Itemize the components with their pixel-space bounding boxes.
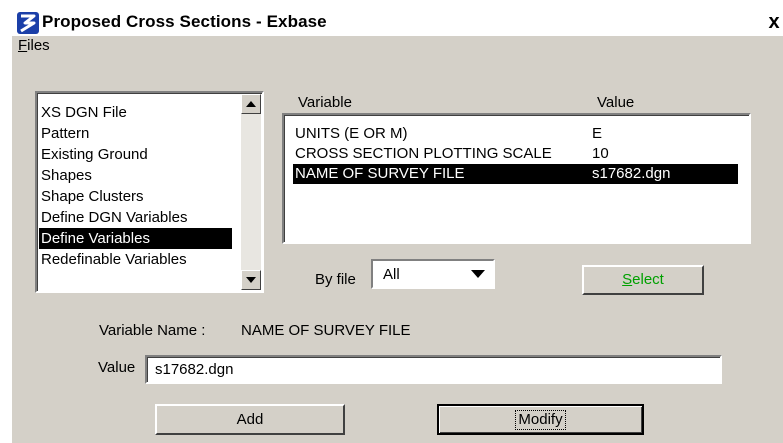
arrow-down-icon [246, 277, 256, 283]
value-label: Value [98, 359, 136, 376]
variable-name-cell: CROSS SECTION PLOTTING SCALE [295, 145, 552, 162]
variable-row[interactable]: UNITS (E OR M) E [293, 124, 738, 144]
modify-button[interactable]: Modify [437, 404, 644, 435]
arrow-up-icon [246, 101, 256, 107]
modify-label: Modify [515, 410, 566, 430]
variable-column-header: Variable [298, 94, 352, 111]
variable-name-cell: UNITS (E OR M) [295, 125, 408, 142]
by-file-value: All [383, 266, 400, 283]
chevron-down-icon [471, 270, 485, 278]
select-button[interactable]: Select [582, 265, 704, 295]
variable-row[interactable]: NAME OF SURVEY FILE s17682.dgn [293, 164, 738, 184]
by-file-label: By file [315, 271, 356, 288]
scroll-up-button[interactable] [241, 94, 261, 114]
close-icon[interactable]: x [764, 11, 783, 33]
proposed-cross-sections-dialog: Proposed Cross Sections - Exbase x Files… [10, 7, 783, 443]
category-items: XS DGN File Pattern Existing Ground Shapes S… [39, 102, 232, 270]
add-button[interactable]: Add [155, 404, 345, 435]
title-bar: Proposed Cross Sections - Exbase x [12, 9, 783, 36]
select-label: elect [632, 271, 664, 288]
variable-name-value: NAME OF SURVEY FILE [241, 322, 411, 339]
category-item[interactable]: Define DGN Variables [39, 207, 232, 228]
category-item[interactable]: XS DGN File [39, 102, 232, 123]
variable-row[interactable]: CROSS SECTION PLOTTING SCALE 10 [293, 144, 738, 164]
menu-files[interactable]: Files [18, 37, 50, 54]
category-list[interactable]: XS DGN File Pattern Existing Ground Shapes S… [35, 91, 264, 293]
value-column-header: Value [597, 94, 635, 111]
value-input[interactable]: s17682.dgn [145, 355, 722, 384]
variable-value-cell: s17682.dgn [592, 165, 671, 182]
by-file-dropdown[interactable]: All [371, 259, 495, 289]
variable-value-cell: 10 [592, 145, 609, 162]
menu-files-mnemonic: F [18, 37, 28, 54]
category-item[interactable]: Shape Clusters [39, 186, 232, 207]
value-input-text: s17682.dgn [155, 361, 234, 378]
category-item[interactable]: Pattern [39, 123, 232, 144]
variable-name-label: Variable Name : [99, 322, 206, 339]
menu-files-label: iles [27, 37, 50, 54]
category-item[interactable]: Shapes [39, 165, 232, 186]
variable-name-cell: NAME OF SURVEY FILE [295, 165, 465, 182]
menu-bar: Files [12, 36, 783, 56]
select-mnemonic: S [622, 271, 633, 288]
window-title: Proposed Cross Sections - Exbase [42, 12, 327, 31]
category-item[interactable]: Define Variables [39, 228, 232, 249]
exbase-logo-icon [17, 12, 39, 34]
scroll-down-button[interactable] [241, 270, 261, 290]
variable-value-cell: E [592, 125, 603, 142]
category-item[interactable]: Redefinable Variables [39, 249, 232, 270]
category-item[interactable]: Existing Ground [39, 144, 232, 165]
category-scrollbar[interactable] [241, 94, 261, 290]
variables-table[interactable]: UNITS (E OR M) E CROSS SECTION PLOTTING SC… [282, 113, 751, 244]
